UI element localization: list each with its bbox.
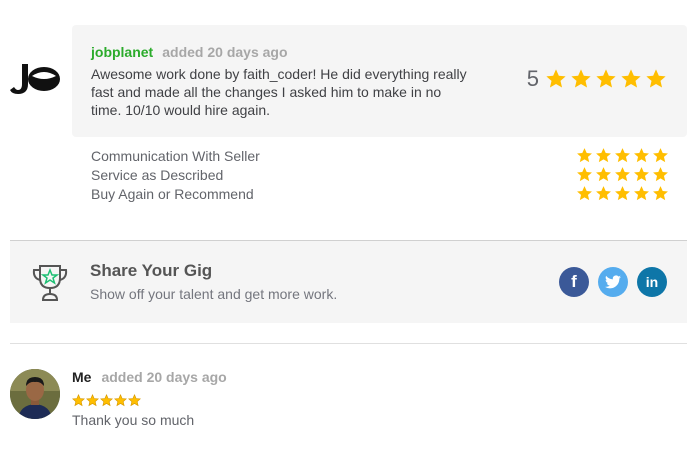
review-header: jobplanet added 20 days ago [91, 44, 288, 60]
star-icon [114, 394, 127, 407]
buyer-logo [8, 60, 62, 98]
social-share-buttons: f t in [559, 267, 667, 297]
reply-header: Me added 20 days ago [72, 369, 227, 385]
star-icon [633, 185, 650, 202]
star-icon [576, 166, 593, 183]
overall-rating-number: 5 [526, 66, 539, 91]
reviewer-username[interactable]: jobplanet [91, 44, 153, 60]
overall-stars [545, 68, 667, 90]
star-icon [100, 394, 113, 407]
breakdown-row: Service as Described [91, 165, 669, 184]
share-title: Share Your Gig [90, 261, 213, 280]
rating-breakdown: Communication With Seller Service as Des… [91, 146, 669, 203]
star-icon [633, 166, 650, 183]
facebook-glyph: f [571, 272, 577, 291]
review-card: jobplanet added 20 days ago Awesome work … [72, 25, 687, 137]
star-icon [645, 68, 667, 90]
star-icon [620, 68, 642, 90]
star-icon [86, 394, 99, 407]
star-icon [652, 147, 669, 164]
breakdown-label: Buy Again or Recommend [91, 185, 254, 202]
avatar[interactable] [10, 369, 60, 419]
star-icon [595, 166, 612, 183]
overall-rating: 5 [527, 67, 667, 91]
star-icon [595, 68, 617, 90]
breakdown-row: Buy Again or Recommend [91, 184, 669, 203]
breakdown-stars [576, 166, 669, 183]
trophy-star-icon [30, 262, 70, 304]
star-icon [576, 185, 593, 202]
divider [10, 343, 687, 344]
star-icon [128, 394, 141, 407]
share-subtitle: Show off your talent and get more work. [90, 286, 338, 302]
breakdown-stars [576, 185, 669, 202]
star-icon [652, 166, 669, 183]
review-date: added 20 days ago [162, 44, 288, 60]
breakdown-label: Communication With Seller [91, 147, 260, 164]
reply-date: added 20 days ago [101, 369, 227, 385]
star-icon [595, 185, 612, 202]
breakdown-row: Communication With Seller [91, 146, 669, 165]
reply-stars [72, 394, 141, 407]
review-text: Awesome work done by faith_coder! He did… [91, 66, 467, 118]
star-icon [72, 394, 85, 407]
star-icon [595, 147, 612, 164]
breakdown-stars [576, 147, 669, 164]
reply-username[interactable]: Me [72, 369, 91, 385]
linkedin-icon[interactable]: in [637, 267, 667, 297]
reply-text: Thank you so much [72, 412, 195, 428]
breakdown-label: Service as Described [91, 166, 224, 183]
star-icon [633, 147, 650, 164]
star-icon [570, 68, 592, 90]
star-icon [614, 185, 631, 202]
linkedin-glyph: in [645, 274, 659, 290]
star-icon [614, 166, 631, 183]
star-icon [576, 147, 593, 164]
star-icon [652, 185, 669, 202]
twitter-icon[interactable]: t [598, 267, 628, 297]
share-gig-panel: Share Your Gig Show off your talent and … [10, 241, 687, 323]
star-icon [545, 68, 567, 90]
facebook-icon[interactable]: f [559, 267, 589, 297]
star-icon [614, 147, 631, 164]
